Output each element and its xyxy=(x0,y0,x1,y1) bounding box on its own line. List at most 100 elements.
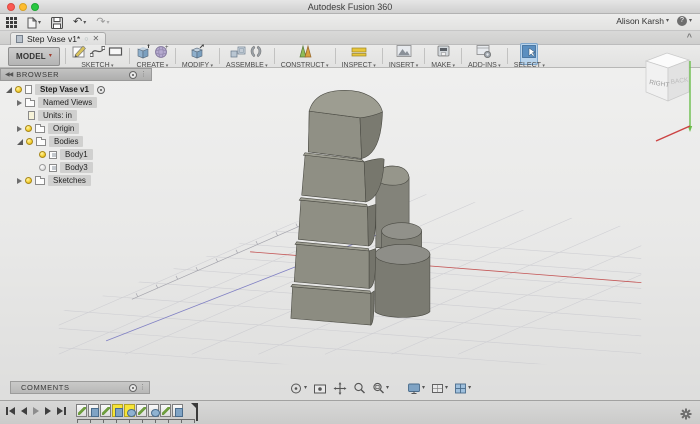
ribbon-group-construct: CONSTRUCT xyxy=(276,45,334,67)
zoom-icon[interactable] xyxy=(351,381,368,396)
rectangle-tool-icon[interactable] xyxy=(108,44,123,63)
spline-icon[interactable] xyxy=(90,44,105,63)
visibility-bulb-on-icon[interactable] xyxy=(26,138,33,145)
comments-options-icon[interactable] xyxy=(129,384,137,392)
ribbon-group-modify: MODIFY xyxy=(177,45,218,67)
step-forward-button[interactable] xyxy=(33,407,39,415)
expander-closed-icon[interactable] xyxy=(17,126,22,132)
viewports-icon[interactable]: ▾ xyxy=(452,381,473,396)
stepped-tower xyxy=(291,90,384,325)
tree-label[interactable]: Bodies xyxy=(49,136,83,147)
ribbon-group-make: MAKE xyxy=(426,45,460,67)
ribbon-toolbar: MODEL▾ SKETCH xyxy=(0,45,700,68)
comments-bar[interactable]: COMMENTS ⋮ xyxy=(10,381,150,394)
joint-icon[interactable] xyxy=(249,44,263,64)
redo-icon[interactable]: ↷▾ xyxy=(96,17,109,28)
app-grid-icon[interactable] xyxy=(6,17,17,28)
toolbar-collapse-chevron-icon[interactable]: ^ xyxy=(687,32,692,42)
tree-row-body3[interactable]: Body3 xyxy=(39,162,93,173)
tree-label[interactable]: Step Vase v1 xyxy=(35,84,94,95)
viewcube[interactable]: RIGHT BACK xyxy=(634,42,698,149)
go-to-end-button[interactable] xyxy=(57,407,66,415)
visibility-bulb-on-icon[interactable] xyxy=(15,86,22,93)
timeline-position-marker[interactable] xyxy=(196,403,198,421)
panel-grip-icon[interactable]: ⋮ xyxy=(140,71,147,78)
fusion360-window: Autodesk Fusion 360 ▾ ↶▾ ↷▾ A xyxy=(0,0,700,424)
tree-label[interactable]: Units: in xyxy=(38,110,77,121)
timeline-strip xyxy=(0,400,700,424)
tree-label[interactable]: Body3 xyxy=(60,162,93,173)
body-icon xyxy=(49,164,57,172)
save-icon[interactable] xyxy=(51,17,63,29)
tab-label: Step Vase v1* xyxy=(27,34,80,44)
browser-header[interactable]: ◀◀ BROWSER ⋮ xyxy=(0,68,152,81)
ribbon-group-select: SELECT xyxy=(509,45,550,67)
step-back-button[interactable] xyxy=(21,407,27,415)
timeline-feature-revolve[interactable] xyxy=(148,404,159,417)
tab-close-icon[interactable]: ✕ xyxy=(92,35,99,43)
home-view-icon[interactable] xyxy=(97,86,105,94)
visibility-bulb-on-icon[interactable] xyxy=(25,125,32,132)
help-menu[interactable]: ? ▾ xyxy=(677,16,692,26)
visibility-bulb-on-icon[interactable] xyxy=(39,151,46,158)
press-pull-icon[interactable] xyxy=(190,44,205,64)
expander-open-icon[interactable] xyxy=(17,139,23,145)
insert-image-icon[interactable] xyxy=(396,44,412,63)
timeline-feature-sketch[interactable] xyxy=(100,404,111,417)
tree-row-units[interactable]: Units: in xyxy=(28,110,77,121)
step-vase-model[interactable] xyxy=(291,90,430,325)
addins-icon[interactable] xyxy=(476,44,492,64)
timeline-feature-revolve-highlighted[interactable] xyxy=(124,404,135,417)
viewport-canvas[interactable] xyxy=(0,67,700,400)
construction-plane-icon[interactable] xyxy=(297,44,313,64)
display-settings-icon[interactable]: ▾ xyxy=(405,381,427,396)
window-zoom-icon[interactable]: ▾ xyxy=(370,381,391,396)
tree-label[interactable]: Named Views xyxy=(38,97,97,108)
tree-row-bodies[interactable]: Bodies xyxy=(17,136,83,147)
undo-icon[interactable]: ↶▾ xyxy=(73,17,86,28)
tree-label[interactable]: Origin xyxy=(48,123,79,134)
orbit-icon[interactable]: ▾ xyxy=(287,381,309,396)
timeline-feature-extrude-highlighted[interactable] xyxy=(112,404,123,417)
tree-row-named-views[interactable]: Named Views xyxy=(17,97,97,108)
look-at-icon[interactable] xyxy=(311,381,329,396)
visibility-bulb-off-icon[interactable] xyxy=(39,164,46,171)
expander-open-icon[interactable] xyxy=(6,87,12,93)
visibility-bulb-on-icon[interactable] xyxy=(25,177,32,184)
document-icon xyxy=(16,35,23,43)
folder-icon xyxy=(35,126,45,133)
workspace-selector-button[interactable]: MODEL▾ xyxy=(8,47,60,66)
tree-row-body1[interactable]: Body1 xyxy=(39,149,93,160)
timeline-feature-extrude[interactable] xyxy=(172,404,183,417)
tab-status-dot: ○ xyxy=(84,36,88,43)
user-menu[interactable]: Alison Karsh ▾ xyxy=(616,16,669,26)
go-to-start-button[interactable] xyxy=(6,407,15,415)
tree-label[interactable]: Sketches xyxy=(48,175,91,186)
tree-row-root[interactable]: Step Vase v1 xyxy=(6,84,105,95)
create-sketch-icon[interactable] xyxy=(72,44,87,63)
viewcube-red-axis xyxy=(656,126,690,141)
tree-row-sketches[interactable]: Sketches xyxy=(17,175,91,186)
pan-icon[interactable] xyxy=(331,381,349,396)
expander-closed-icon[interactable] xyxy=(17,100,22,106)
file-new-icon[interactable]: ▾ xyxy=(27,17,41,29)
new-component-icon[interactable] xyxy=(230,44,246,64)
panel-grip-icon[interactable]: ⋮ xyxy=(139,384,146,391)
sphere-icon[interactable]: + xyxy=(154,44,169,64)
extrude-icon[interactable] xyxy=(136,44,151,64)
browser-options-icon[interactable] xyxy=(129,71,137,79)
timeline-settings-gear-icon[interactable] xyxy=(680,407,692,424)
timeline-feature-sketch[interactable] xyxy=(136,404,147,417)
collapse-panel-icon[interactable]: ◀◀ xyxy=(5,71,12,78)
play-button[interactable] xyxy=(45,407,51,415)
ribbon-group-create: + CREATE xyxy=(131,45,174,67)
timeline-feature-sketch[interactable] xyxy=(160,404,171,417)
tree-row-origin[interactable]: Origin xyxy=(17,123,79,134)
measure-icon[interactable] xyxy=(351,44,367,63)
timeline-feature-sketch[interactable] xyxy=(76,404,87,417)
timeline-feature-extrude[interactable] xyxy=(88,404,99,417)
tree-label[interactable]: Body1 xyxy=(60,149,93,160)
expander-closed-icon[interactable] xyxy=(17,178,22,184)
make-3dprint-icon[interactable] xyxy=(436,44,451,63)
grid-display-icon[interactable]: ▾ xyxy=(429,381,450,396)
